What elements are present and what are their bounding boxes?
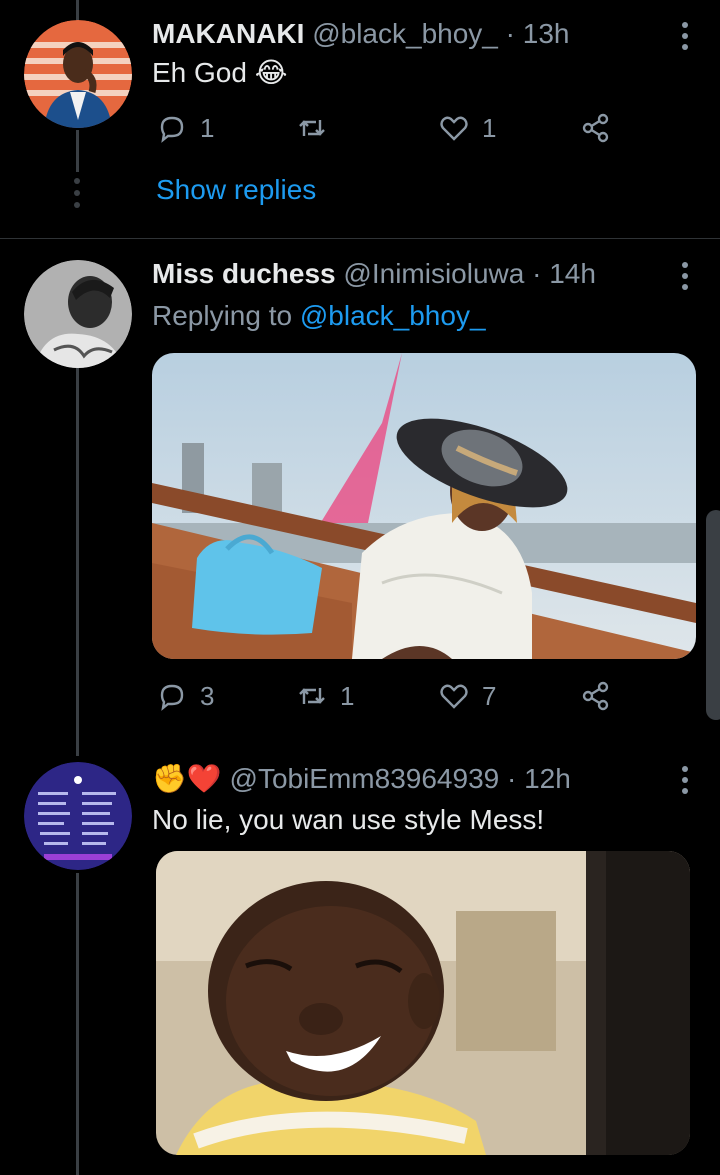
share-icon — [582, 113, 609, 143]
avatar-miss-duchess[interactable] — [24, 260, 132, 368]
replying-to: Replying to @black_bhoy_ — [152, 300, 486, 332]
like-button[interactable]: 7 — [438, 680, 496, 712]
like-count: 1 — [482, 112, 497, 143]
tweet-gif[interactable] — [156, 851, 690, 1155]
scrollbar-handle[interactable] — [706, 510, 720, 720]
timestamp: · 13h — [505, 18, 570, 49]
display-name[interactable]: MAKANAKI — [152, 18, 304, 49]
reply-count: 3 — [200, 680, 215, 711]
tweet-text-content: Eh God — [152, 57, 247, 88]
avatar-tobiemm[interactable] — [24, 762, 132, 870]
user-handle[interactable]: @TobiEmm83964939 — [230, 763, 500, 794]
tweet-text: Eh God 😂 — [152, 56, 287, 89]
thread-gap-dots — [74, 178, 80, 214]
reply-button[interactable]: 3 — [156, 680, 214, 712]
tweet-header: ✊❤️ @TobiEmm83964939 · 12h — [152, 762, 571, 795]
thread-line-3 — [76, 366, 79, 756]
thread-line-4 — [76, 873, 79, 1175]
like-button[interactable]: 1 — [438, 112, 496, 144]
reply-button[interactable]: 1 — [156, 112, 214, 144]
more-options-icon[interactable] — [682, 22, 690, 55]
user-handle[interactable]: @black_bhoy_ — [312, 18, 498, 49]
retweet-icon — [299, 688, 325, 704]
retweet-button[interactable] — [296, 112, 340, 144]
reply-icon — [160, 116, 184, 143]
user-handle[interactable]: @Inimisioluwa — [343, 258, 524, 289]
tweet-actions: 1 1 — [156, 112, 626, 148]
more-options-icon[interactable] — [682, 766, 690, 799]
laughing-emoji-icon: 😂 — [254, 57, 288, 88]
share-button[interactable] — [580, 680, 612, 712]
share-button[interactable] — [580, 112, 612, 144]
tweet-header: Miss duchess @Inimisioluwa · 14h — [152, 258, 596, 290]
reply-count: 1 — [200, 112, 215, 143]
tweet-actions: 3 1 7 — [156, 680, 626, 716]
heart-icon — [440, 116, 468, 141]
retweet-icon — [299, 120, 325, 136]
tweet-divider — [0, 238, 720, 239]
heart-icon — [440, 684, 468, 709]
retweet-button[interactable]: 1 — [296, 680, 354, 712]
retweet-count: 1 — [340, 680, 355, 711]
tweet-text: No lie, you wan use style Mess! — [152, 804, 545, 835]
like-count: 7 — [482, 680, 497, 711]
replying-to-label: Replying to — [152, 300, 293, 331]
reply-icon — [160, 684, 184, 711]
thread-line-2 — [76, 130, 79, 172]
display-name-emoji[interactable]: ✊❤️ — [152, 763, 222, 794]
timestamp: · 12h — [507, 763, 571, 794]
tweet-photo[interactable] — [152, 353, 696, 659]
display-name[interactable]: Miss duchess — [152, 258, 336, 289]
show-replies-link[interactable]: Show replies — [156, 174, 316, 206]
avatar-makanaki[interactable] — [24, 20, 132, 128]
share-icon — [582, 681, 609, 711]
more-options-icon[interactable] — [682, 262, 690, 295]
timestamp: · 14h — [532, 258, 596, 289]
tweet-header: MAKANAKI @black_bhoy_ · 13h — [152, 18, 569, 50]
replying-to-handle[interactable]: @black_bhoy_ — [300, 300, 486, 331]
